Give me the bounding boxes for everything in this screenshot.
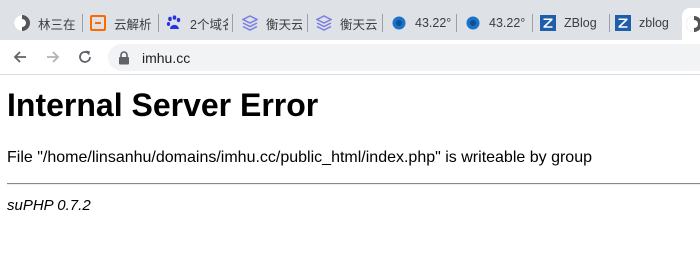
tab-2[interactable]: 云解析 — [90, 6, 154, 40]
tab-divider — [307, 14, 308, 32]
blue-dot-icon — [465, 15, 481, 31]
layers-icon — [242, 15, 258, 31]
tab-title: 林三在 — [38, 17, 76, 32]
tab-title: 2个域名 — [190, 17, 228, 32]
tab-divider — [232, 14, 233, 32]
url-text[interactable]: imhu.cc — [142, 50, 190, 66]
yin-yang-icon — [14, 15, 30, 31]
tab-divider — [609, 14, 610, 32]
tab-divider — [382, 14, 383, 32]
back-arrow-icon — [13, 51, 26, 63]
reload-button[interactable] — [74, 46, 96, 68]
address-bar[interactable]: imhu.cc — [108, 44, 700, 71]
tab-title: 衡天云 — [340, 17, 378, 32]
tab-divider — [82, 14, 83, 32]
tab-divider — [456, 14, 457, 32]
tab-title: ZBlog — [564, 16, 597, 30]
forward-button[interactable] — [42, 46, 64, 68]
forward-arrow-icon — [47, 51, 60, 63]
tab-8[interactable]: ZBlog — [540, 6, 606, 40]
tab-4[interactable]: 衡天云 — [242, 6, 302, 40]
zblog-icon — [615, 15, 631, 31]
tab-9[interactable]: zblog — [615, 6, 678, 40]
tab-strip: 林三在 云解析 2个域名 衡天云 — [0, 0, 700, 40]
baidu-paw-icon — [166, 15, 182, 31]
blue-dot-icon — [391, 15, 407, 31]
zblog-icon — [540, 15, 556, 31]
tab-title: 43.22° — [415, 16, 451, 30]
tab-7[interactable]: 43.22° — [465, 6, 527, 40]
tab-active-partial[interactable] — [682, 8, 700, 40]
aliyun-icon — [90, 15, 106, 31]
page-title: Internal Server Error — [7, 87, 319, 123]
tab-title: zblog — [639, 16, 669, 30]
tab-3[interactable]: 2个域名 — [166, 6, 228, 40]
reload-icon — [79, 50, 91, 63]
tab-title: 衡天云 — [266, 17, 302, 32]
tab-5[interactable]: 衡天云 — [316, 6, 378, 40]
lock-icon[interactable] — [118, 50, 130, 65]
horizontal-rule — [7, 183, 700, 185]
tab-title: 云解析 — [114, 17, 152, 32]
server-signature: suPHP 0.7.2 — [7, 197, 91, 214]
yin-yang-icon — [686, 16, 700, 32]
back-button[interactable] — [9, 46, 31, 68]
tab-1[interactable]: 林三在 — [14, 6, 76, 40]
tab-divider — [532, 14, 533, 32]
layers-icon — [316, 15, 332, 31]
tab-divider — [158, 14, 159, 32]
error-message: File "/home/linsanhu/domains/imhu.cc/pub… — [7, 149, 592, 166]
tab-title: 43.22° — [489, 16, 526, 30]
browser-toolbar: imhu.cc — [0, 40, 700, 75]
tab-6[interactable]: 43.22° — [391, 6, 451, 40]
